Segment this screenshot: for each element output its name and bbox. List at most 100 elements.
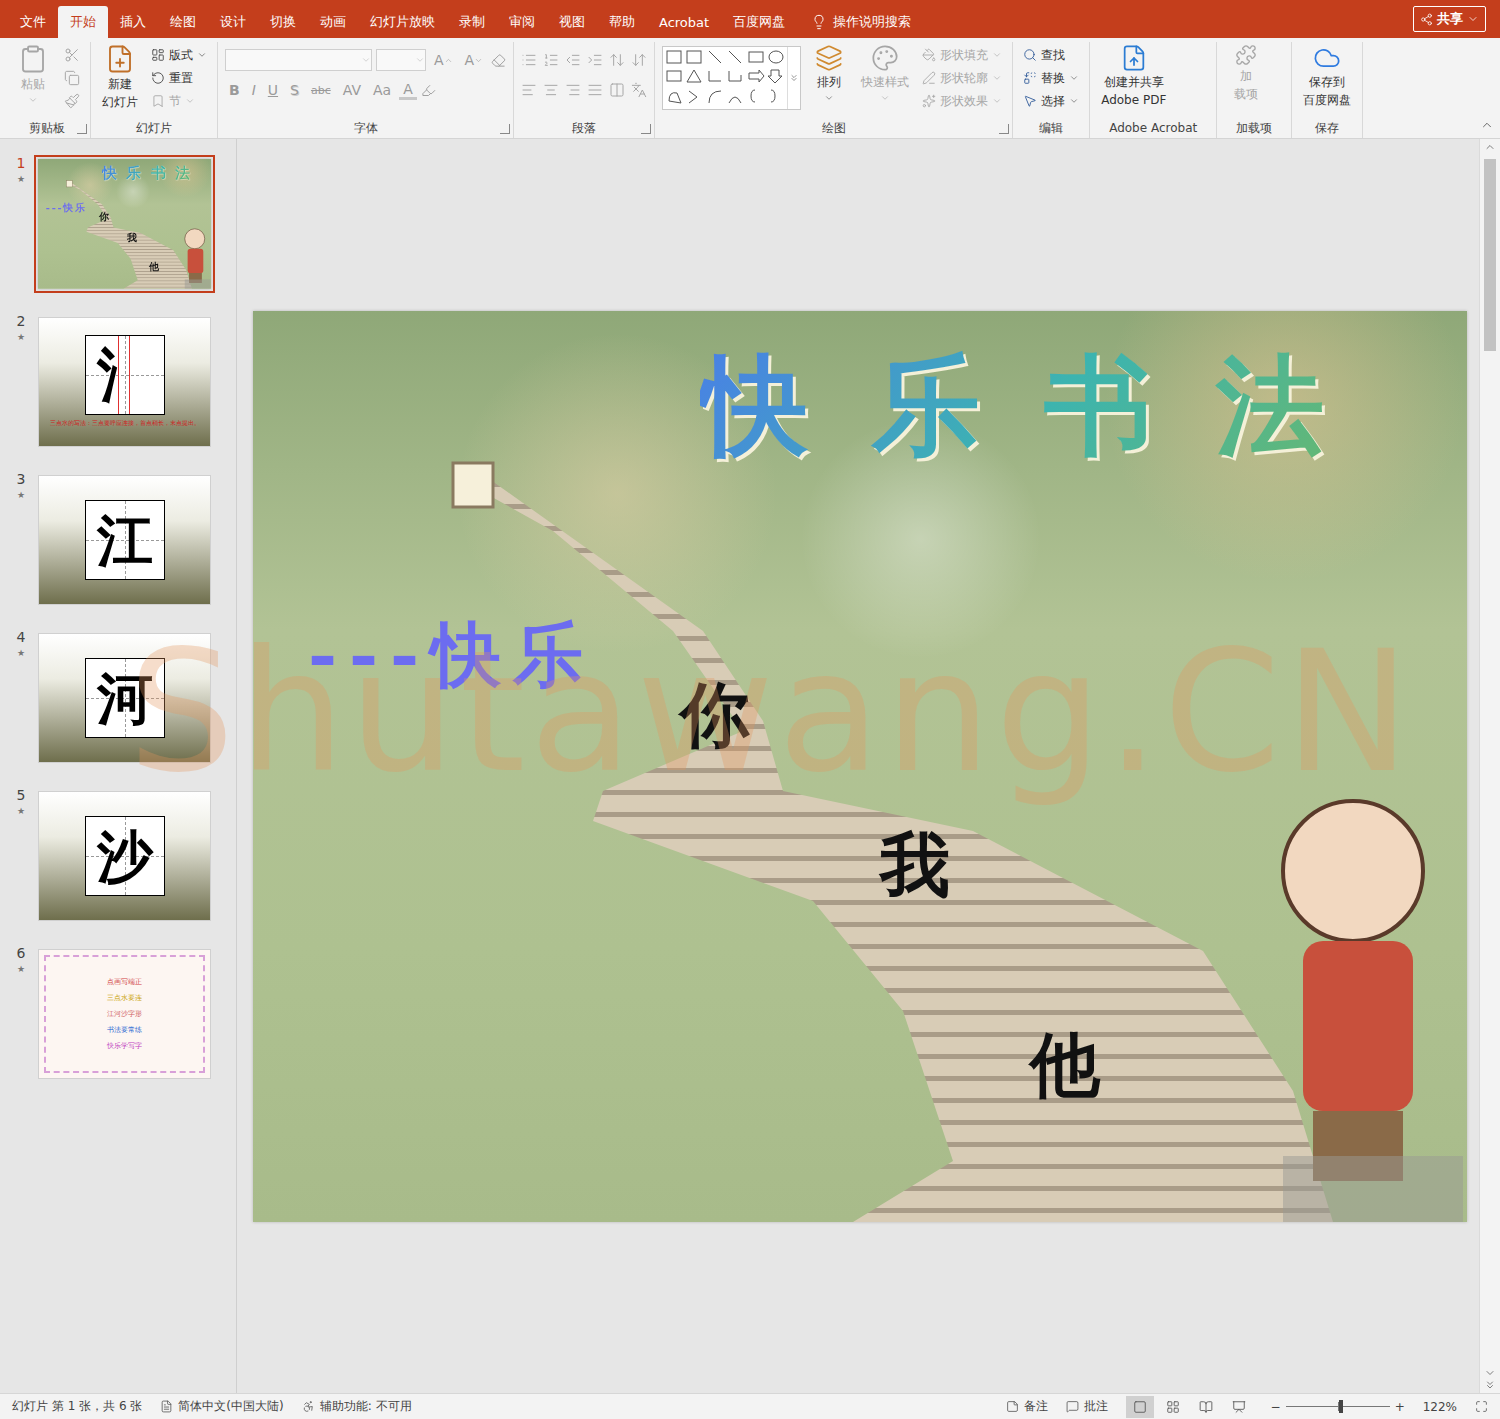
slide-word[interactable]: 我 bbox=[127, 232, 137, 244]
thumbnail-frame[interactable]: 点画写端正三点水要连江河沙字形书法要常练快乐学写字 bbox=[34, 945, 215, 1083]
slide-word[interactable]: 他 bbox=[1030, 1023, 1100, 1107]
view-button[interactable] bbox=[1159, 1396, 1187, 1418]
font-format-button[interactable]: abc bbox=[307, 84, 335, 97]
font-format-button[interactable]: U bbox=[264, 82, 282, 98]
status-item[interactable]: 辅助功能: 不可用 bbox=[302, 1398, 412, 1415]
slide-word[interactable]: 你 bbox=[99, 211, 109, 223]
ribbon-tab[interactable]: 文件 bbox=[8, 6, 58, 38]
columns-icon bbox=[609, 82, 625, 98]
paste-button[interactable]: 粘贴 bbox=[11, 42, 55, 107]
thumbnail-frame[interactable]: 沙 bbox=[34, 787, 215, 925]
slide-subtitle[interactable]: ---快乐 bbox=[308, 613, 595, 697]
font-size-button[interactable]: A bbox=[461, 52, 488, 68]
thumbnail-frame[interactable]: 河 bbox=[34, 629, 215, 767]
zoom-level[interactable]: 122% bbox=[1423, 1400, 1457, 1414]
thumbnail-slide: 河 bbox=[38, 633, 211, 763]
ribbon-tab[interactable]: Acrobat bbox=[647, 6, 721, 38]
dialog-launcher[interactable] bbox=[500, 124, 510, 134]
slide-word[interactable]: 他 bbox=[149, 260, 159, 272]
new-slide-button[interactable]: 新建幻灯片 bbox=[98, 42, 142, 112]
zoom-out-button[interactable]: − bbox=[1271, 1400, 1281, 1414]
next-slide-icon bbox=[1484, 1379, 1496, 1391]
slide-option-button[interactable]: 版式 bbox=[148, 44, 210, 66]
view-button[interactable] bbox=[1225, 1396, 1253, 1418]
ribbon-tab[interactable]: 视图 bbox=[547, 6, 597, 38]
slide-title[interactable]: 快乐书法 bbox=[700, 335, 1388, 475]
scroll-thumb[interactable] bbox=[1484, 159, 1496, 351]
thumbnail-frame[interactable]: 氵三点水的写法：三点要呼应连接，首点稍长，末点提出。 bbox=[34, 313, 215, 451]
ribbon-tab[interactable]: 插入 bbox=[108, 6, 158, 38]
ribbon-tab[interactable]: 百度网盘 bbox=[721, 6, 797, 38]
thumbnail-frame[interactable]: 快乐书法 ---快乐你我他 bbox=[34, 155, 215, 293]
font-format-button[interactable]: S bbox=[286, 82, 303, 98]
ribbon-tab[interactable]: 录制 bbox=[447, 6, 497, 38]
notes-button[interactable]: 备注 bbox=[1006, 1398, 1048, 1415]
ribbon-tab[interactable]: 动画 bbox=[308, 6, 358, 38]
slide-title[interactable]: 快乐书法 bbox=[102, 162, 200, 182]
clipboard-tool-button[interactable] bbox=[61, 44, 83, 66]
line-spacing-icon bbox=[609, 52, 625, 68]
ribbon-tab[interactable]: 绘图 bbox=[158, 6, 208, 38]
thumbnail-slide: 氵三点水的写法：三点要呼应连接，首点稍长，末点提出。 bbox=[38, 317, 211, 447]
shape-option-button[interactable]: 形状轮廓 bbox=[919, 67, 1005, 89]
tell-me-search[interactable]: 操作说明搜索 bbox=[811, 6, 911, 38]
ribbon-tab[interactable]: 帮助 bbox=[597, 6, 647, 38]
shapes-gallery[interactable] bbox=[662, 46, 801, 110]
collapse-ribbon-button[interactable] bbox=[1480, 117, 1494, 136]
vertical-scrollbar[interactable] bbox=[1479, 139, 1500, 1393]
editing-button[interactable]: 替换 bbox=[1020, 67, 1082, 89]
font-size-button[interactable]: A bbox=[430, 52, 457, 68]
thumbnail-item[interactable]: 2★氵三点水的写法：三点要呼应连接，首点稍长，末点提出。 bbox=[0, 313, 236, 451]
zoom-slider[interactable] bbox=[1286, 1406, 1390, 1407]
quick-styles-button[interactable]: 快速样式 bbox=[857, 42, 913, 105]
thumbnail-item[interactable]: 3★江 bbox=[0, 471, 236, 609]
arrange-button[interactable]: 排列 bbox=[807, 42, 851, 105]
chevron-down-icon bbox=[992, 96, 1002, 106]
comments-button[interactable]: 批注 bbox=[1066, 1398, 1108, 1415]
ribbon-tab[interactable]: 设计 bbox=[208, 6, 258, 38]
dialog-launcher[interactable] bbox=[999, 124, 1009, 134]
ribbon-tab[interactable]: 切换 bbox=[258, 6, 308, 38]
font-format-button[interactable]: B bbox=[225, 82, 244, 98]
copy-icon bbox=[64, 70, 80, 86]
font-name-field[interactable] bbox=[225, 49, 372, 71]
create-pdf-button[interactable]: 创建并共享Adobe PDF bbox=[1097, 42, 1170, 110]
save-to-baidu-button[interactable]: 保存到百度网盘 bbox=[1299, 42, 1355, 110]
thumbnail-item[interactable]: 5★沙 bbox=[0, 787, 236, 925]
dialog-launcher[interactable] bbox=[77, 124, 87, 134]
addins-button[interactable]: 加载项 bbox=[1224, 42, 1268, 104]
slide-subtitle[interactable]: ---快乐 bbox=[46, 202, 87, 214]
editing-button[interactable]: 查找 bbox=[1020, 44, 1082, 66]
editing-button[interactable]: 选择 bbox=[1020, 90, 1082, 112]
slide-word[interactable]: 我 bbox=[880, 823, 950, 907]
share-button[interactable]: 共享 bbox=[1413, 6, 1486, 32]
font-format-button[interactable]: Aa bbox=[369, 82, 395, 98]
thumbnail-item[interactable]: 6★点画写端正三点水要连江河沙字形书法要常练快乐学写字 bbox=[0, 945, 236, 1083]
clipboard-tool-button[interactable] bbox=[61, 90, 83, 112]
slide-number: 5★ bbox=[12, 787, 30, 925]
slide-option-button[interactable]: 节 bbox=[148, 90, 210, 112]
status-item[interactable]: 简体中文(中国大陆) bbox=[160, 1398, 283, 1415]
view-button[interactable] bbox=[1192, 1396, 1220, 1418]
thumbnail-item[interactable]: 1★快乐书法---快乐你我他 bbox=[0, 155, 236, 293]
clipboard-tool-button[interactable] bbox=[61, 67, 83, 89]
group-label: 编辑 bbox=[1020, 118, 1082, 138]
thumbnail-frame[interactable]: 江 bbox=[34, 471, 215, 609]
ribbon-tab[interactable]: 开始 bbox=[58, 6, 108, 38]
font-format-button[interactable]: I bbox=[248, 82, 260, 98]
zoom-in-button[interactable]: + bbox=[1395, 1400, 1405, 1414]
slide-option-button[interactable]: 重置 bbox=[148, 67, 210, 89]
font-size-field[interactable] bbox=[376, 49, 426, 71]
zoom-thumb[interactable] bbox=[1339, 1400, 1343, 1413]
shape-option-button[interactable]: 形状填充 bbox=[919, 44, 1005, 66]
shape-option-button[interactable]: 形状效果 bbox=[919, 90, 1005, 112]
view-button[interactable] bbox=[1126, 1396, 1154, 1418]
slide-number: 3★ bbox=[12, 471, 30, 609]
ribbon-tab[interactable]: 审阅 bbox=[497, 6, 547, 38]
slide-word[interactable]: 你 bbox=[680, 673, 750, 757]
font-format-button[interactable]: AV bbox=[339, 82, 365, 98]
thumbnail-item[interactable]: 4★河 bbox=[0, 629, 236, 767]
font-format-button[interactable]: A bbox=[399, 81, 417, 100]
dialog-launcher[interactable] bbox=[641, 124, 651, 134]
ribbon-tab[interactable]: 幻灯片放映 bbox=[358, 6, 447, 38]
